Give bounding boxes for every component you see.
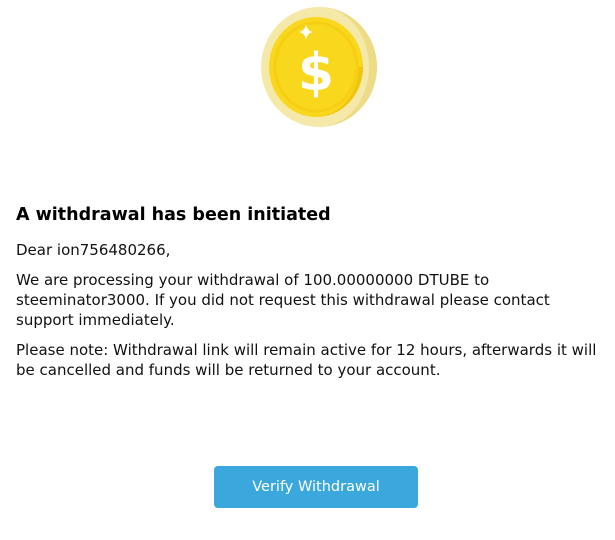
link-expiry-note: Please note: Withdrawal link will remain… xyxy=(16,341,597,379)
dollar-coin-icon: $ xyxy=(260,6,378,128)
withdrawal-details-text: We are processing your withdrawal of 100… xyxy=(16,271,550,329)
greeting-text: Dear ion756480266, xyxy=(16,241,171,259)
page-title: A withdrawal has been initiated xyxy=(16,205,331,225)
email-body: A withdrawal has been initiated Dear ion… xyxy=(16,203,608,380)
svg-text:$: $ xyxy=(298,43,334,103)
verify-withdrawal-button[interactable]: Verify Withdrawal xyxy=(214,466,418,508)
